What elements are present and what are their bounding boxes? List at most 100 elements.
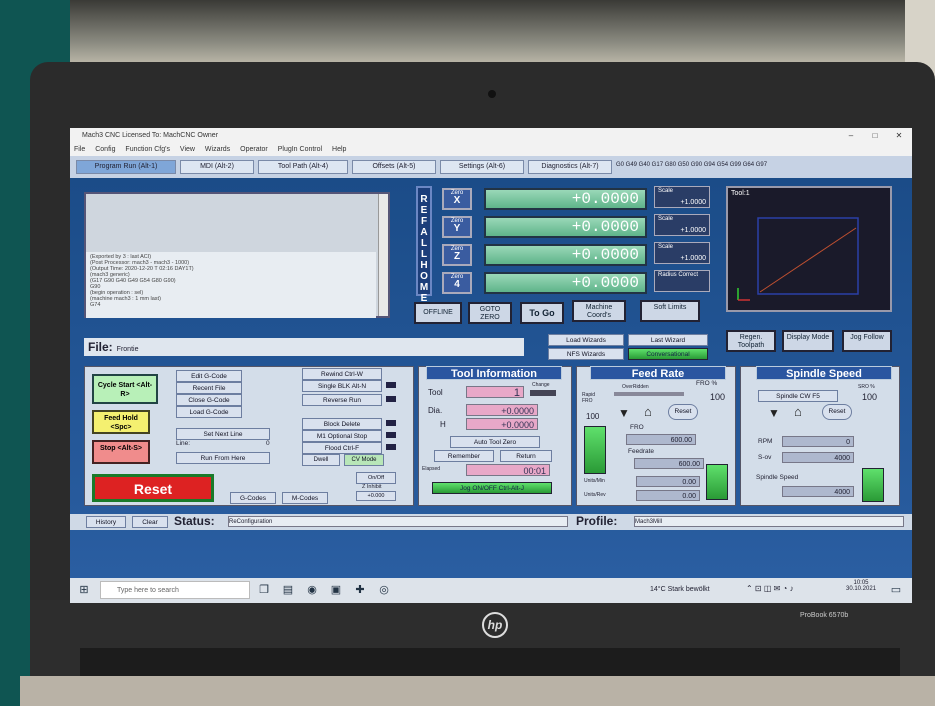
fro-down-icon[interactable]: ▼ <box>618 406 630 420</box>
minimize-button[interactable]: – <box>840 128 862 144</box>
menu-wizards[interactable]: Wizards <box>201 144 234 156</box>
offline-button[interactable]: OFFLINE <box>414 302 462 324</box>
menu-operator[interactable]: Operator <box>236 144 272 156</box>
tool-number-field[interactable]: 1 <box>466 386 524 399</box>
dro-4[interactable]: +0.0000 <box>484 272 647 294</box>
notification-icon[interactable]: ▭ <box>888 582 904 598</box>
stop-button[interactable]: Stop <Alt-S> <box>92 440 150 464</box>
rewind-button[interactable]: Rewind Ctrl-W <box>302 368 382 380</box>
soft-limits-button[interactable]: Soft Limits <box>640 300 700 322</box>
h-field[interactable]: +0.0000 <box>466 418 538 430</box>
menu-view[interactable]: View <box>176 144 199 156</box>
fro-home-icon[interactable]: ⌂ <box>644 404 652 419</box>
tab-offsets[interactable]: Offsets (Alt-5) <box>352 160 436 174</box>
dro-x[interactable]: +0.0000 <box>484 188 647 210</box>
tab-diagnostics[interactable]: Diagnostics (Alt-7) <box>528 160 612 174</box>
cv-mode-button[interactable]: CV Mode <box>344 454 384 466</box>
dia-field[interactable]: +0.0000 <box>466 404 538 416</box>
fro-reset-button[interactable]: Reset <box>668 404 698 420</box>
dro-z[interactable]: +0.0000 <box>484 244 647 266</box>
return-button[interactable]: Return <box>500 450 552 462</box>
dro-y[interactable]: +0.0000 <box>484 216 647 238</box>
scrollbar[interactable] <box>378 194 388 316</box>
fro-field[interactable]: 600.00 <box>626 434 696 445</box>
fro-slider[interactable] <box>706 464 728 500</box>
nfs-wizards-button[interactable]: NFS Wizards <box>548 348 624 360</box>
regen-toolpath-button[interactable]: Regen. Toolpath <box>726 330 776 352</box>
gcode-listing[interactable]: (Exported by 3 : last ACI) (Post Process… <box>84 192 390 318</box>
taskbar-search[interactable]: Type here to search <box>100 581 250 599</box>
z-inhibit-value[interactable]: +0.000 <box>356 491 396 501</box>
zero-y-button[interactable]: Zero Y <box>442 216 472 238</box>
windows-start-icon[interactable]: ⊞ <box>76 582 92 598</box>
feedrate-field[interactable]: 600.00 <box>634 458 704 469</box>
zero-4-button[interactable]: Zero 4 <box>442 272 472 294</box>
last-wizard-button[interactable]: Last Wizard <box>628 334 708 346</box>
cycle-start-button[interactable]: Cycle Start <Alt-R> <box>92 374 158 404</box>
close-gcode-button[interactable]: Close G-Code <box>176 394 242 406</box>
optional-stop-button[interactable]: M1 Optional Stop <box>302 430 382 442</box>
jog-toggle-button[interactable]: Jog ON/OFF Ctrl-Alt-J <box>432 482 552 494</box>
machine-coords-button[interactable]: Machine Coord's <box>572 300 626 322</box>
recent-file-button[interactable]: Recent File <box>176 382 242 394</box>
run-from-here-button[interactable]: Run From Here <box>176 452 270 464</box>
remember-button[interactable]: Remember <box>434 450 494 462</box>
sro-home-icon[interactable]: ⌂ <box>794 404 802 419</box>
spindle-cw-button[interactable]: Spindle CW F5 <box>758 390 838 402</box>
display-mode-button[interactable]: Display Mode <box>782 330 834 352</box>
spindle-speed-field[interactable]: 4000 <box>782 486 854 497</box>
menu-file[interactable]: File <box>70 144 89 156</box>
reset-button[interactable]: Reset <box>92 474 214 502</box>
load-wizards-button[interactable]: Load Wizards <box>548 334 624 346</box>
tab-settings[interactable]: Settings (Alt-6) <box>440 160 524 174</box>
mach3-icon[interactable]: ◎ <box>376 582 392 598</box>
sro-slider[interactable] <box>862 468 884 502</box>
toolpath-preview[interactable]: Tool:1 <box>726 186 892 312</box>
scale-z[interactable]: Scale +1.0000 <box>654 242 710 264</box>
clear-button[interactable]: Clear <box>132 516 168 528</box>
rapid-fro-slider[interactable] <box>584 426 606 474</box>
menu-config[interactable]: Config <box>91 144 119 156</box>
zero-z-button[interactable]: Zero Z <box>442 244 472 266</box>
set-next-line-button[interactable]: Set Next Line <box>176 428 270 440</box>
file-explorer-icon[interactable]: ▤ <box>280 582 296 598</box>
sro-reset-button[interactable]: Reset <box>822 404 852 420</box>
ref-all-home-button[interactable]: REF ALL HOME <box>416 186 432 304</box>
scale-y[interactable]: Scale +1.0000 <box>654 214 710 236</box>
close-button[interactable]: ✕ <box>888 128 910 144</box>
weather-widget[interactable]: 14°C Stark bewölkt <box>650 586 710 593</box>
tab-mdi[interactable]: MDI (Alt-2) <box>180 160 254 174</box>
auto-tool-zero-button[interactable]: Auto Tool Zero <box>450 436 540 448</box>
menu-help[interactable]: Help <box>328 144 350 156</box>
radius-correct[interactable]: Radius Correct <box>654 270 710 292</box>
goto-zero-button[interactable]: GOTO ZERO <box>468 302 512 324</box>
sro-down-icon[interactable]: ▼ <box>768 406 780 420</box>
menu-plugin-control[interactable]: PlugIn Control <box>274 144 326 156</box>
conversational-button[interactable]: Conversational <box>628 348 708 360</box>
to-go-button[interactable]: To Go <box>520 302 564 324</box>
menu-function-cfg[interactable]: Function Cfg's <box>121 144 174 156</box>
tab-program-run[interactable]: Program Run (Alt-1) <box>76 160 176 174</box>
tray-icons[interactable]: ⌃ ⊡ ◫ ✉ ◔ ♪ <box>746 584 794 593</box>
mcodes-button[interactable]: M-Codes <box>282 492 328 504</box>
feed-hold-button[interactable]: Feed Hold <Spc> <box>92 410 150 434</box>
jog-follow-button[interactable]: Jog Follow <box>842 330 892 352</box>
scale-x[interactable]: Scale +1.0000 <box>654 186 710 208</box>
reverse-run-button[interactable]: Reverse Run <box>302 394 382 406</box>
load-gcode-button[interactable]: Load G-Code <box>176 406 242 418</box>
zero-x-button[interactable]: Zero X <box>442 188 472 210</box>
flood-button[interactable]: Flood Ctrl-F <box>302 442 382 454</box>
history-button[interactable]: History <box>86 516 126 528</box>
dwell-button[interactable]: Dwell <box>302 454 340 466</box>
app-icon[interactable]: ✚ <box>352 582 368 598</box>
block-delete-button[interactable]: Block Delete <box>302 418 382 430</box>
z-inhibit-onoff-button[interactable]: On/Off <box>356 472 396 484</box>
maximize-button[interactable]: □ <box>864 128 886 144</box>
task-view-icon[interactable]: ❐ <box>256 582 272 598</box>
edit-gcode-button[interactable]: Edit G-Code <box>176 370 242 382</box>
single-block-button[interactable]: Single BLK Alt-N <box>302 380 382 392</box>
gcodes-button[interactable]: G-Codes <box>230 492 276 504</box>
clock[interactable]: 10:05 30.10.2021 <box>846 580 876 592</box>
app-icon[interactable]: ▣ <box>328 582 344 598</box>
chrome-icon[interactable]: ◉ <box>304 582 320 598</box>
